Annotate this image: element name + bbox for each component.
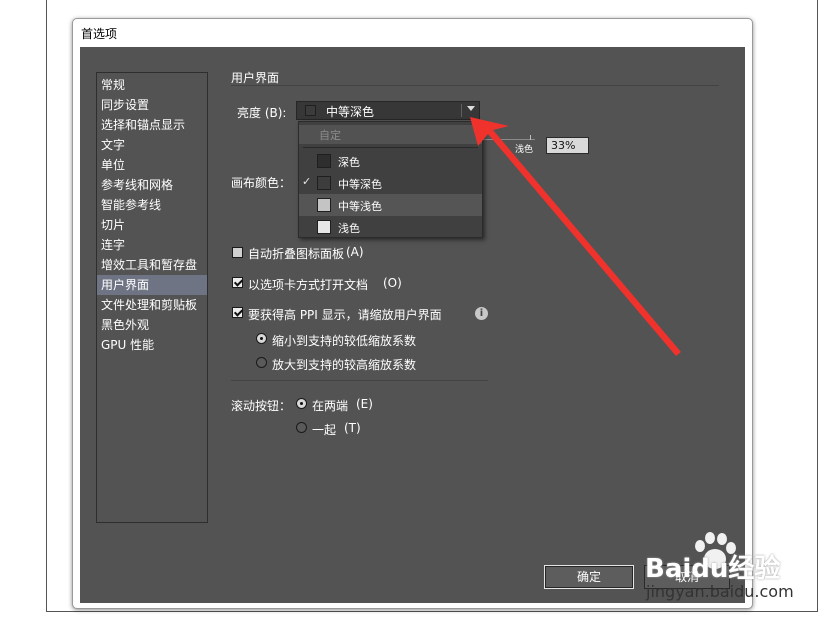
red-arrow-icon <box>470 117 681 356</box>
watermark-url: jingyan.baidu.com <box>646 582 794 601</box>
annotation-arrow <box>470 117 681 356</box>
watermark-brand: Baidu经验 <box>645 554 781 584</box>
